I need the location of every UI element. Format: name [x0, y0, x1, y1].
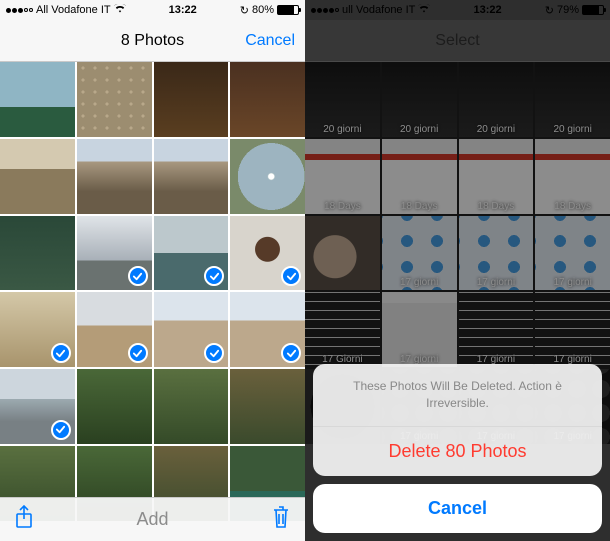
- photo-thumbnail[interactable]: [154, 216, 229, 291]
- checkmark-icon: [51, 343, 71, 363]
- battery-pct: 80%: [252, 4, 274, 16]
- right-screenshot: ull Vodafone IT 13:22 ↻ 79% Select 20 gi…: [305, 0, 610, 541]
- photo-thumbnail[interactable]: [0, 369, 75, 444]
- action-sheet-cancel-button[interactable]: Cancel: [313, 484, 602, 533]
- trash-icon[interactable]: [271, 505, 291, 534]
- photo-thumbnail[interactable]: [77, 62, 152, 137]
- photo-thumbnail[interactable]: [154, 139, 229, 214]
- action-sheet-message: These Photos Will Be Deleted. Action è I…: [313, 364, 602, 427]
- photo-thumbnail[interactable]: [230, 216, 305, 291]
- photo-grid: [0, 62, 305, 541]
- add-button[interactable]: Add: [0, 509, 305, 530]
- signal-icon: [6, 8, 33, 13]
- checkmark-icon: [51, 420, 71, 440]
- photo-thumbnail[interactable]: [154, 62, 229, 137]
- photo-thumbnail[interactable]: [154, 369, 229, 444]
- photo-thumbnail[interactable]: [230, 369, 305, 444]
- toolbar: Add: [0, 497, 305, 541]
- delete-photos-button[interactable]: Delete 80 Photos: [313, 427, 602, 476]
- wifi-icon: [114, 4, 126, 16]
- checkmark-icon: [128, 343, 148, 363]
- checkmark-icon: [281, 343, 301, 363]
- photo-thumbnail[interactable]: [77, 139, 152, 214]
- share-icon[interactable]: [14, 505, 34, 534]
- clock: 13:22: [169, 4, 197, 16]
- photo-thumbnail[interactable]: [0, 216, 75, 291]
- photo-thumbnail[interactable]: [0, 292, 75, 367]
- photo-thumbnail[interactable]: [77, 292, 152, 367]
- photo-thumbnail[interactable]: [230, 292, 305, 367]
- cancel-button[interactable]: Cancel: [245, 32, 295, 50]
- checkmark-icon: [128, 266, 148, 286]
- photo-thumbnail[interactable]: [0, 62, 75, 137]
- status-bar: All Vodafone IT 13:22 ↻ 80%: [0, 0, 305, 20]
- photo-thumbnail[interactable]: [230, 139, 305, 214]
- left-screenshot: All Vodafone IT 13:22 ↻ 80% 8 Photos Can…: [0, 0, 305, 541]
- photo-thumbnail[interactable]: [154, 292, 229, 367]
- battery-icon: [277, 5, 299, 15]
- photo-thumbnail[interactable]: [77, 216, 152, 291]
- nav-bar: 8 Photos Cancel: [0, 20, 305, 62]
- action-sheet: These Photos Will Be Deleted. Action è I…: [305, 356, 610, 541]
- photo-thumbnail[interactable]: [230, 62, 305, 137]
- carrier-label: All Vodafone IT: [36, 4, 111, 16]
- photo-thumbnail[interactable]: [0, 139, 75, 214]
- photo-thumbnail[interactable]: [77, 369, 152, 444]
- rotation-lock-icon: ↻: [240, 4, 249, 17]
